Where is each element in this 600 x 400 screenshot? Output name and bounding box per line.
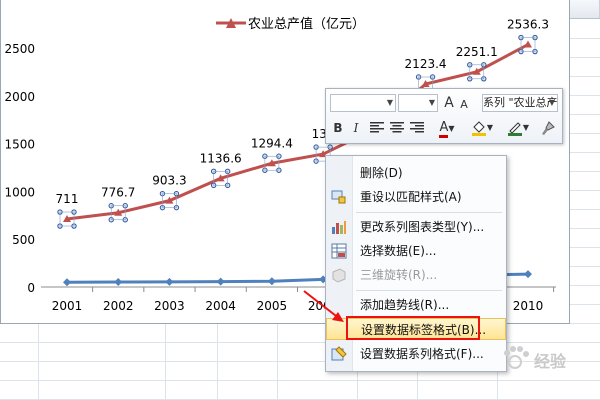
menu-item-change-chart-type[interactable]: 更改系列图表类型(Y)... — [326, 216, 506, 238]
grow-font-button[interactable]: A — [442, 94, 456, 112]
data-label[interactable]: 711 — [56, 192, 79, 206]
data-label[interactable]: 903.3 — [152, 174, 186, 188]
data-label[interactable]: 2123.4 — [405, 57, 447, 71]
menu-item-add-trendline[interactable]: 添加趋势线(R)... — [326, 294, 506, 316]
mini-toolbar: ▼ ▼ A A 系列 "农业总产( ▼ B I A▼ ▼ ▼ — [325, 88, 563, 144]
watermark: 经验 — [500, 345, 596, 373]
change-chart-type-icon — [332, 221, 346, 234]
menu-separator — [356, 290, 502, 291]
menu-separator — [356, 212, 502, 213]
grid-row-line — [0, 342, 600, 343]
chevron-down-icon: ▼ — [522, 123, 530, 132]
x-tick-label: 2004 — [205, 299, 236, 313]
y-tick-label: 1500 — [4, 138, 35, 152]
menu-item-format-data-series[interactable]: 设置数据系列格式(F)... — [326, 343, 506, 365]
align-right-icon — [410, 122, 424, 133]
y-tick-label: 2500 — [4, 42, 35, 56]
pen-icon — [507, 122, 522, 136]
series-2-point[interactable] — [114, 278, 123, 287]
font-size-box[interactable]: ▼ — [398, 94, 438, 112]
bold-icon: B — [333, 121, 343, 135]
align-center-icon — [390, 122, 404, 133]
y-tick-label: 2000 — [4, 90, 35, 104]
outline-color-button[interactable]: ▼ — [504, 119, 532, 137]
annotation-highlight-box — [346, 316, 480, 340]
x-tick-label: 2001 — [52, 299, 83, 313]
series-selector[interactable]: 系列 "农业总产( ▼ — [482, 94, 558, 112]
italic-button[interactable]: I — [348, 119, 364, 137]
legend-label[interactable]: 农业总产值（亿元） — [248, 16, 365, 32]
y-tick-label: 1000 — [4, 185, 35, 199]
paint-bucket-icon — [471, 121, 486, 136]
format-series-icon — [331, 346, 347, 361]
menu-item-label: 设置数据系列格式(F)... — [360, 347, 484, 361]
chart-legend[interactable]: 农业总产值（亿元） — [216, 16, 365, 32]
align-left-icon — [370, 122, 384, 133]
fill-color-button[interactable]: ▼ — [468, 119, 496, 137]
menu-item-label: 重设以匹配样式(A) — [360, 190, 462, 204]
brush-icon — [542, 121, 555, 135]
menu-item-select-data[interactable]: 选择数据(E)... — [326, 240, 506, 262]
x-tick-label: 2003 — [154, 299, 185, 313]
grid-row-line — [0, 380, 600, 381]
3d-rotation-icon — [332, 268, 346, 283]
shrink-font-button[interactable]: A — [458, 96, 470, 114]
bold-button[interactable]: B — [330, 119, 346, 137]
x-tick-label: 2002 — [103, 299, 134, 313]
menu-item-3d-rotation: 三维旋转(R)... — [326, 264, 506, 286]
chevron-down-icon: ▼ — [428, 98, 435, 107]
series-2-point[interactable] — [63, 278, 71, 287]
series-2-point[interactable] — [267, 277, 276, 286]
menu-item-label: 选择数据(E)... — [360, 244, 437, 258]
menu-item-label: 更改系列图表类型(Y)... — [360, 220, 485, 234]
data-label[interactable]: 2251.1 — [456, 45, 498, 59]
font-name-box[interactable]: ▼ — [330, 94, 396, 112]
menu-item-label: 添加趋势线(R)... — [360, 298, 450, 312]
series-2-point[interactable] — [165, 277, 174, 286]
x-tick-label: 2010 — [513, 299, 544, 313]
align-left-button[interactable] — [368, 119, 386, 137]
y-tick-label: 0 — [27, 281, 35, 295]
data-label[interactable]: 776.7 — [101, 186, 135, 200]
format-painter-button[interactable] — [538, 119, 558, 137]
shrink-font-icon: A — [460, 98, 468, 111]
reset-style-icon — [331, 190, 346, 204]
grow-font-icon: A — [444, 95, 454, 111]
paw-logo-icon — [504, 346, 529, 369]
series-selector-value: 系列 "农业总产( — [483, 96, 558, 109]
x-tick-label: 2005 — [257, 299, 288, 313]
chevron-down-icon: ▼ — [548, 98, 555, 107]
series-2-point[interactable] — [216, 277, 225, 286]
align-center-button[interactable] — [388, 119, 406, 137]
menu-item-label: 三维旋转(R)... — [360, 268, 438, 282]
series-2-point[interactable] — [524, 270, 532, 279]
watermark-text: 经验 — [534, 352, 567, 371]
select-data-icon — [331, 243, 347, 259]
menu-item-label: 删除(D) — [360, 166, 403, 180]
chevron-down-icon: ▼ — [486, 123, 494, 132]
data-label[interactable]: 2536.3 — [507, 18, 549, 32]
chevron-down-icon: ▼ — [386, 98, 393, 107]
italic-icon: I — [353, 121, 359, 135]
y-tick-label: 500 — [12, 233, 35, 247]
annotation-arrow-icon — [303, 290, 344, 322]
data-label[interactable]: 1294.4 — [251, 136, 293, 150]
align-right-button[interactable] — [408, 119, 426, 137]
data-label[interactable]: 1136.6 — [200, 151, 242, 165]
series-1-point[interactable] — [524, 40, 532, 48]
chevron-down-icon: ▼ — [448, 124, 455, 133]
menu-item-reset-style[interactable]: 重设以匹配样式(A) — [326, 186, 506, 208]
menu-item-delete[interactable]: 删除(D) — [326, 162, 506, 184]
font-color-button[interactable]: A▼ — [436, 119, 458, 138]
